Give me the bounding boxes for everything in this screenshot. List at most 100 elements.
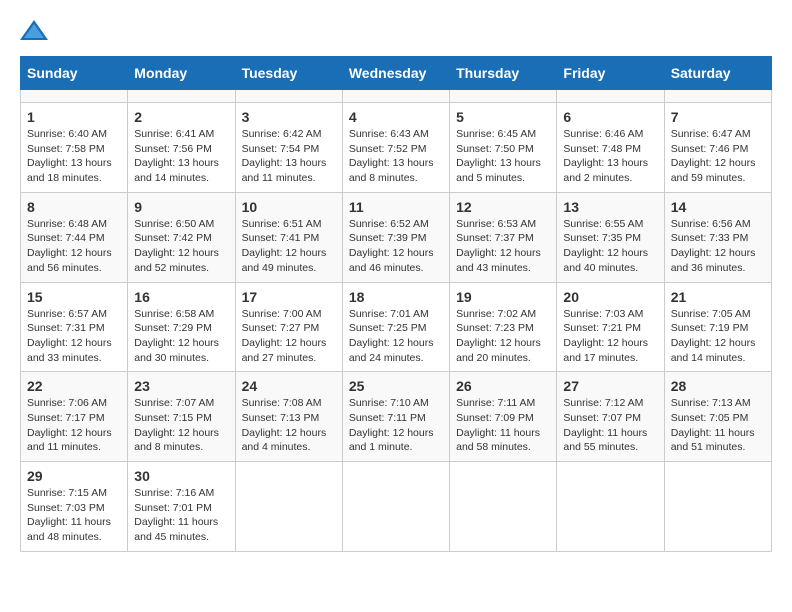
calendar-cell: [342, 90, 449, 103]
sunrise: Sunrise: 6:53 AM: [456, 218, 536, 230]
cell-detail: Sunrise: 6:48 AM Sunset: 7:44 PM Dayligh…: [27, 217, 121, 276]
daylight: Daylight: 13 hours and 14 minutes.: [134, 157, 219, 184]
cell-detail: Sunrise: 7:16 AM Sunset: 7:01 PM Dayligh…: [134, 486, 228, 545]
day-number: 5: [456, 109, 550, 125]
sunrise: Sunrise: 6:41 AM: [134, 128, 214, 140]
calendar-cell: 15 Sunrise: 6:57 AM Sunset: 7:31 PM Dayl…: [21, 282, 128, 372]
daylight: Daylight: 12 hours and 20 minutes.: [456, 337, 541, 364]
sunset: Sunset: 7:33 PM: [671, 232, 749, 244]
cell-detail: Sunrise: 6:41 AM Sunset: 7:56 PM Dayligh…: [134, 127, 228, 186]
daylight: Daylight: 12 hours and 24 minutes.: [349, 337, 434, 364]
calendar-cell: [664, 90, 771, 103]
day-number: 10: [242, 199, 336, 215]
sunset: Sunset: 7:39 PM: [349, 232, 427, 244]
header-row: SundayMondayTuesdayWednesdayThursdayFrid…: [21, 57, 772, 90]
daylight: Daylight: 12 hours and 14 minutes.: [671, 337, 756, 364]
sunset: Sunset: 7:52 PM: [349, 143, 427, 155]
cell-detail: Sunrise: 6:55 AM Sunset: 7:35 PM Dayligh…: [563, 217, 657, 276]
cell-detail: Sunrise: 6:47 AM Sunset: 7:46 PM Dayligh…: [671, 127, 765, 186]
calendar-cell: 24 Sunrise: 7:08 AM Sunset: 7:13 PM Dayl…: [235, 372, 342, 462]
logo-icon: [20, 20, 48, 40]
logo: [20, 20, 52, 40]
sunrise: Sunrise: 7:12 AM: [563, 397, 643, 409]
sunset: Sunset: 7:56 PM: [134, 143, 212, 155]
col-header-sunday: Sunday: [21, 57, 128, 90]
sunrise: Sunrise: 6:46 AM: [563, 128, 643, 140]
sunrise: Sunrise: 6:47 AM: [671, 128, 751, 140]
day-number: 12: [456, 199, 550, 215]
calendar-cell: 4 Sunrise: 6:43 AM Sunset: 7:52 PM Dayli…: [342, 103, 449, 193]
sunset: Sunset: 7:03 PM: [27, 502, 105, 514]
sunset: Sunset: 7:41 PM: [242, 232, 320, 244]
sunset: Sunset: 7:42 PM: [134, 232, 212, 244]
day-number: 2: [134, 109, 228, 125]
cell-detail: Sunrise: 7:01 AM Sunset: 7:25 PM Dayligh…: [349, 307, 443, 366]
sunrise: Sunrise: 7:16 AM: [134, 487, 214, 499]
sunset: Sunset: 7:44 PM: [27, 232, 105, 244]
calendar-cell: [450, 462, 557, 552]
col-header-thursday: Thursday: [450, 57, 557, 90]
sunset: Sunset: 7:11 PM: [349, 412, 426, 424]
daylight: Daylight: 12 hours and 52 minutes.: [134, 247, 219, 274]
calendar-cell: 17 Sunrise: 7:00 AM Sunset: 7:27 PM Dayl…: [235, 282, 342, 372]
day-number: 24: [242, 378, 336, 394]
daylight: Daylight: 11 hours and 51 minutes.: [671, 427, 755, 454]
daylight: Daylight: 11 hours and 58 minutes.: [456, 427, 540, 454]
sunrise: Sunrise: 7:10 AM: [349, 397, 429, 409]
sunrise: Sunrise: 7:15 AM: [27, 487, 107, 499]
daylight: Daylight: 12 hours and 8 minutes.: [134, 427, 219, 454]
daylight: Daylight: 13 hours and 18 minutes.: [27, 157, 112, 184]
sunset: Sunset: 7:01 PM: [134, 502, 212, 514]
col-header-friday: Friday: [557, 57, 664, 90]
sunrise: Sunrise: 7:13 AM: [671, 397, 751, 409]
day-number: 4: [349, 109, 443, 125]
col-header-wednesday: Wednesday: [342, 57, 449, 90]
calendar-cell: [21, 90, 128, 103]
cell-detail: Sunrise: 7:13 AM Sunset: 7:05 PM Dayligh…: [671, 396, 765, 455]
daylight: Daylight: 12 hours and 36 minutes.: [671, 247, 756, 274]
sunrise: Sunrise: 6:50 AM: [134, 218, 214, 230]
calendar-cell: 25 Sunrise: 7:10 AM Sunset: 7:11 PM Dayl…: [342, 372, 449, 462]
sunrise: Sunrise: 6:55 AM: [563, 218, 643, 230]
sunrise: Sunrise: 7:07 AM: [134, 397, 214, 409]
calendar-cell: 13 Sunrise: 6:55 AM Sunset: 7:35 PM Dayl…: [557, 192, 664, 282]
sunrise: Sunrise: 6:48 AM: [27, 218, 107, 230]
day-number: 26: [456, 378, 550, 394]
day-number: 30: [134, 468, 228, 484]
sunset: Sunset: 7:35 PM: [563, 232, 641, 244]
calendar-cell: 14 Sunrise: 6:56 AM Sunset: 7:33 PM Dayl…: [664, 192, 771, 282]
calendar-table: SundayMondayTuesdayWednesdayThursdayFrid…: [20, 56, 772, 552]
calendar-cell: 7 Sunrise: 6:47 AM Sunset: 7:46 PM Dayli…: [664, 103, 771, 193]
day-number: 18: [349, 289, 443, 305]
calendar-cell: 10 Sunrise: 6:51 AM Sunset: 7:41 PM Dayl…: [235, 192, 342, 282]
day-number: 15: [27, 289, 121, 305]
daylight: Daylight: 11 hours and 55 minutes.: [563, 427, 647, 454]
cell-detail: Sunrise: 7:11 AM Sunset: 7:09 PM Dayligh…: [456, 396, 550, 455]
calendar-cell: [235, 462, 342, 552]
sunset: Sunset: 7:07 PM: [563, 412, 641, 424]
daylight: Daylight: 12 hours and 17 minutes.: [563, 337, 648, 364]
week-row-1: [21, 90, 772, 103]
daylight: Daylight: 13 hours and 11 minutes.: [242, 157, 327, 184]
day-number: 7: [671, 109, 765, 125]
cell-detail: Sunrise: 6:50 AM Sunset: 7:42 PM Dayligh…: [134, 217, 228, 276]
calendar-cell: 20 Sunrise: 7:03 AM Sunset: 7:21 PM Dayl…: [557, 282, 664, 372]
cell-detail: Sunrise: 7:02 AM Sunset: 7:23 PM Dayligh…: [456, 307, 550, 366]
day-number: 25: [349, 378, 443, 394]
cell-detail: Sunrise: 6:57 AM Sunset: 7:31 PM Dayligh…: [27, 307, 121, 366]
calendar-cell: 23 Sunrise: 7:07 AM Sunset: 7:15 PM Dayl…: [128, 372, 235, 462]
daylight: Daylight: 12 hours and 33 minutes.: [27, 337, 112, 364]
calendar-cell: 12 Sunrise: 6:53 AM Sunset: 7:37 PM Dayl…: [450, 192, 557, 282]
sunrise: Sunrise: 7:02 AM: [456, 308, 536, 320]
daylight: Daylight: 12 hours and 56 minutes.: [27, 247, 112, 274]
calendar-cell: 26 Sunrise: 7:11 AM Sunset: 7:09 PM Dayl…: [450, 372, 557, 462]
cell-detail: Sunrise: 7:07 AM Sunset: 7:15 PM Dayligh…: [134, 396, 228, 455]
sunrise: Sunrise: 7:11 AM: [456, 397, 535, 409]
sunset: Sunset: 7:17 PM: [27, 412, 105, 424]
sunset: Sunset: 7:05 PM: [671, 412, 749, 424]
day-number: 1: [27, 109, 121, 125]
day-number: 6: [563, 109, 657, 125]
week-row-2: 1 Sunrise: 6:40 AM Sunset: 7:58 PM Dayli…: [21, 103, 772, 193]
page-header: [20, 20, 772, 40]
cell-detail: Sunrise: 6:53 AM Sunset: 7:37 PM Dayligh…: [456, 217, 550, 276]
